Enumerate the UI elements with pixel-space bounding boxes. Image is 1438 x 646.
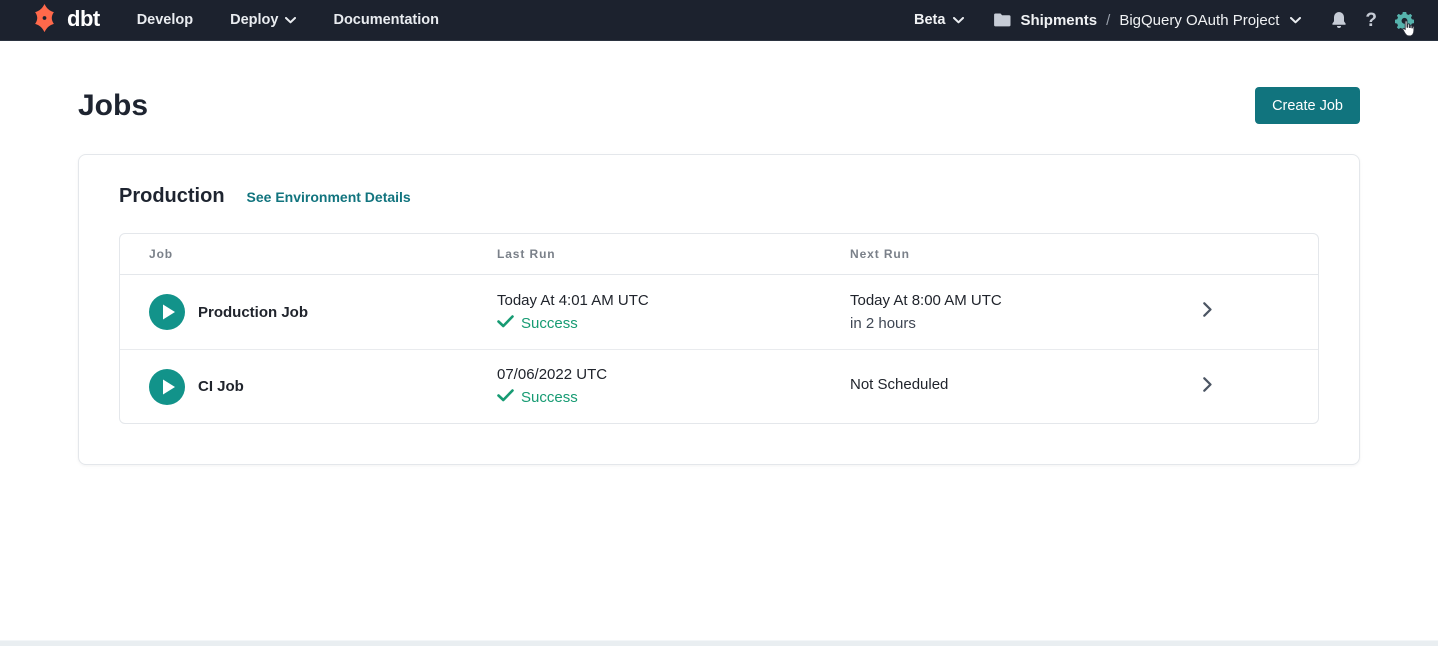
page-title: Jobs	[78, 89, 148, 123]
see-environment-details-link[interactable]: See Environment Details	[247, 189, 411, 205]
environment-card-header: Production See Environment Details	[119, 182, 1319, 210]
job-cell: Production Job	[120, 294, 497, 330]
job-name: Production Job	[198, 304, 308, 321]
environment-name: Production	[119, 182, 225, 210]
dbt-logo-icon	[28, 3, 61, 38]
nav-left-group: dbt Develop Deploy Documentation	[28, 3, 439, 38]
column-header-last-run: Last Run	[497, 247, 850, 261]
next-run-time: Today At 8:00 AM UTC	[850, 291, 1203, 311]
jobs-table-header: Job Last Run Next Run	[120, 234, 1318, 275]
chevron-down-icon	[953, 17, 964, 24]
job-cell: CI Job	[120, 369, 497, 405]
next-run-note: in 2 hours	[850, 314, 1203, 334]
table-row-production-job[interactable]: Production Job Today At 4:01 AM UTC Succ…	[120, 275, 1318, 349]
breadcrumb-separator: /	[1106, 12, 1110, 29]
page-header: Jobs Create Job	[78, 87, 1360, 124]
table-row-ci-job[interactable]: CI Job 07/06/2022 UTC Success Not Schedu…	[120, 349, 1318, 423]
next-run-time: Not Scheduled	[850, 375, 1203, 395]
status-label: Success	[521, 314, 578, 334]
row-link-cell	[1203, 302, 1318, 322]
chevron-down-icon[interactable]	[1290, 17, 1301, 24]
nav-right-group: Beta Shipments / BigQuery OAuth Project	[914, 11, 1414, 30]
chevron-down-icon	[285, 17, 296, 24]
nav-item-deploy[interactable]: Deploy	[230, 12, 296, 28]
run-status: Success	[497, 388, 850, 408]
create-job-button[interactable]: Create Job	[1255, 87, 1360, 124]
beta-label: Beta	[914, 12, 945, 28]
dbt-logo[interactable]: dbt	[28, 3, 100, 38]
dbt-wordmark: dbt	[67, 8, 100, 33]
environment-card: Production See Environment Details Job L…	[78, 154, 1360, 465]
gear-icon-wrap	[1395, 11, 1414, 30]
row-link-cell	[1203, 377, 1318, 397]
next-run-cell: Not Scheduled	[850, 375, 1203, 398]
nav-item-develop[interactable]: Develop	[137, 12, 193, 28]
top-navbar: dbt Develop Deploy Documentation Beta Sh…	[0, 0, 1438, 41]
nav-item-documentation[interactable]: Documentation	[333, 12, 439, 28]
horizontal-scrollbar[interactable]	[0, 640, 1438, 646]
check-icon	[497, 315, 514, 333]
nav-icon-group: ?	[1331, 11, 1414, 30]
chevron-right-icon[interactable]	[1203, 377, 1212, 397]
nav-item-label: Documentation	[333, 12, 439, 28]
main-content: Jobs Create Job Production See Environme…	[0, 87, 1438, 465]
run-status: Success	[497, 314, 850, 334]
play-icon[interactable]	[149, 369, 185, 405]
last-run-time: 07/06/2022 UTC	[497, 365, 850, 385]
next-run-cell: Today At 8:00 AM UTC in 2 hours	[850, 291, 1203, 334]
nav-item-label: Develop	[137, 12, 193, 28]
last-run-cell: 07/06/2022 UTC Success	[497, 365, 850, 408]
beta-dropdown[interactable]: Beta	[914, 12, 964, 28]
last-run-time: Today At 4:01 AM UTC	[497, 291, 850, 311]
project-name[interactable]: BigQuery OAuth Project	[1119, 12, 1279, 29]
account-name[interactable]: Shipments	[1020, 12, 1097, 29]
column-header-job: Job	[120, 247, 497, 261]
job-name: CI Job	[198, 378, 244, 395]
column-header-next-run: Next Run	[850, 247, 1203, 261]
gear-icon[interactable]	[1395, 11, 1414, 30]
chevron-right-icon[interactable]	[1203, 302, 1212, 322]
last-run-cell: Today At 4:01 AM UTC Success	[497, 291, 850, 334]
check-icon	[497, 389, 514, 407]
nav-item-label: Deploy	[230, 12, 278, 28]
project-breadcrumb: Shipments / BigQuery OAuth Project	[994, 12, 1301, 29]
question-mark-icon[interactable]: ?	[1365, 11, 1377, 30]
folder-icon	[994, 13, 1011, 27]
play-icon[interactable]	[149, 294, 185, 330]
status-label: Success	[521, 388, 578, 408]
bell-icon[interactable]	[1331, 11, 1347, 29]
jobs-table: Job Last Run Next Run Production Job	[119, 233, 1319, 424]
